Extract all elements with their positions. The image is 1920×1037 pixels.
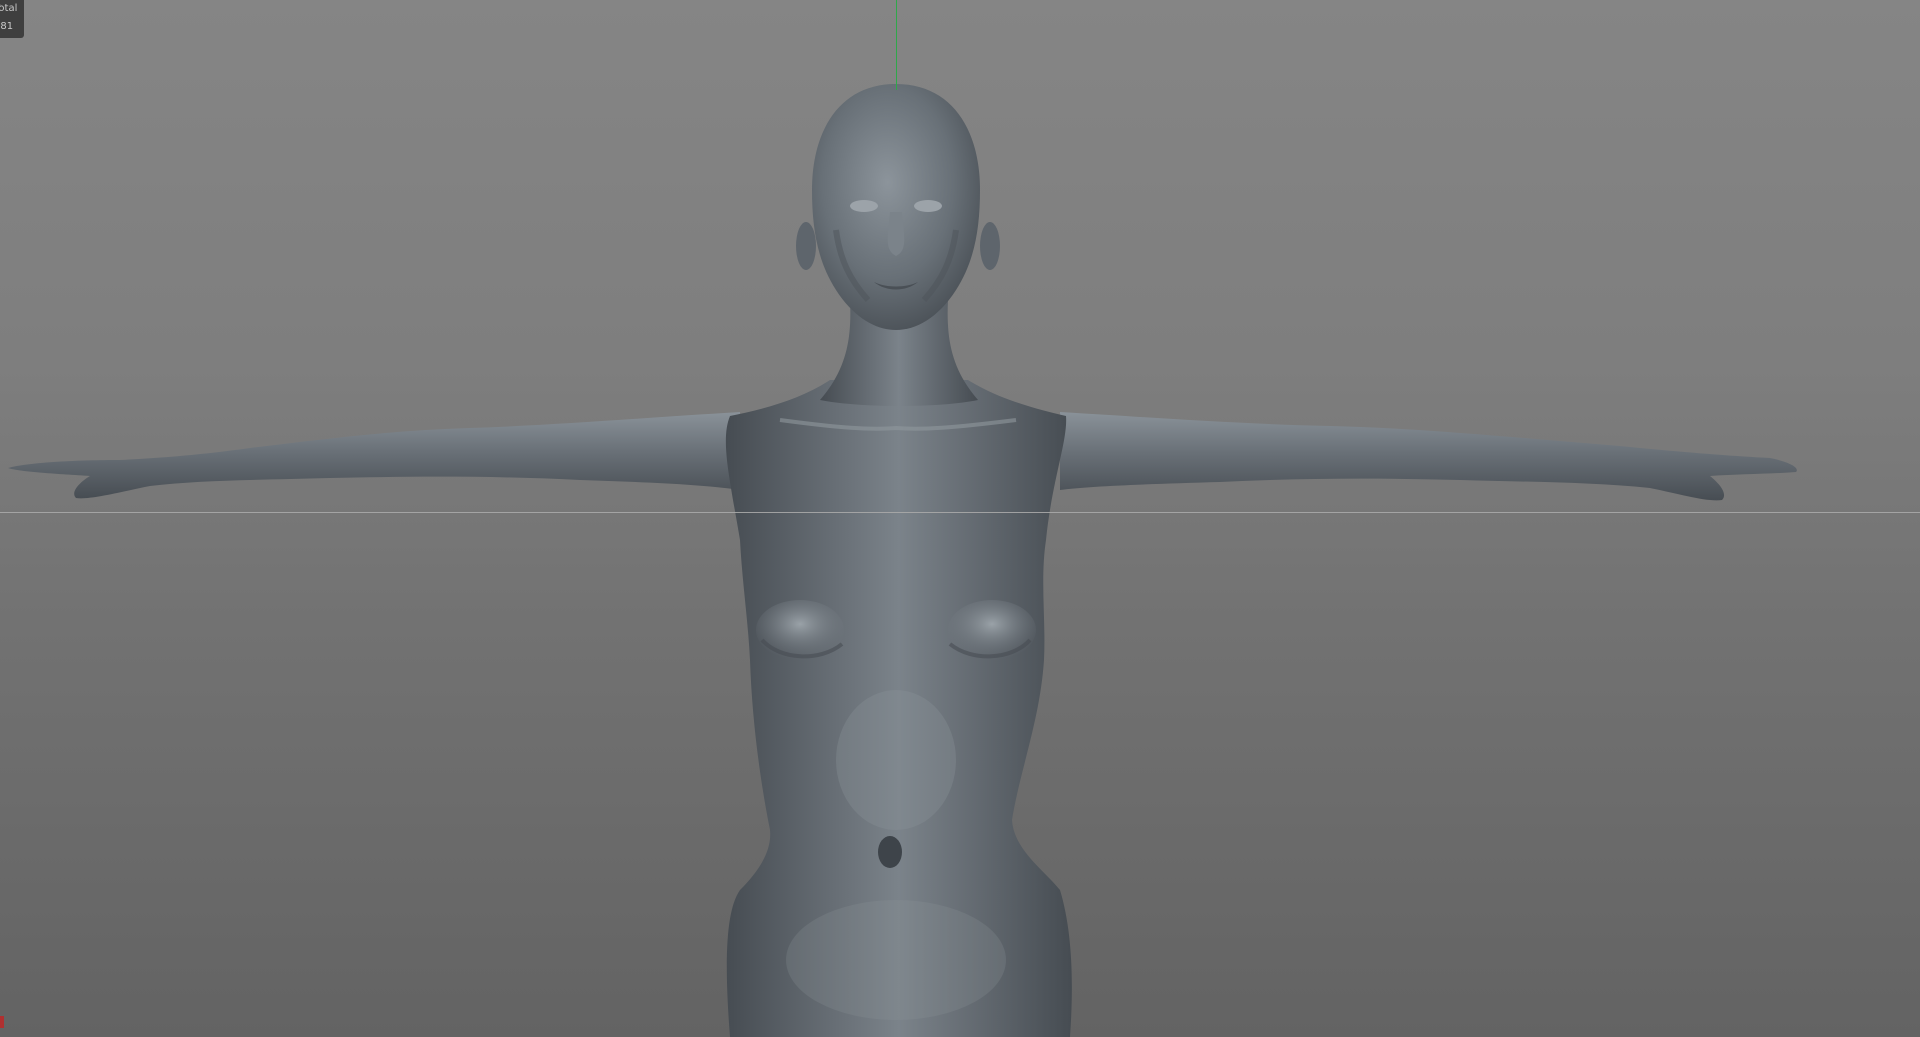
left-ear (796, 222, 816, 270)
right-arm (1060, 412, 1797, 501)
right-ear (980, 222, 1000, 270)
axis-corner-icon (0, 1016, 4, 1028)
y-axis-line (896, 0, 897, 90)
hud-value: 581 (0, 21, 14, 32)
polygon-count-hud: Total 581 (0, 0, 24, 38)
hip-highlight (786, 900, 1006, 1020)
left-eye (850, 200, 878, 212)
head (812, 84, 980, 330)
left-arm (8, 412, 740, 499)
right-eye (914, 200, 942, 212)
abdomen-highlight (836, 690, 956, 830)
hud-label: Total (0, 3, 18, 14)
navel (878, 836, 902, 868)
3d-viewport[interactable]: Total 581 (0, 0, 1920, 1037)
human-mesh-model[interactable] (0, 0, 1920, 1037)
horizon-grid-line (0, 512, 1920, 513)
nose (887, 212, 905, 256)
